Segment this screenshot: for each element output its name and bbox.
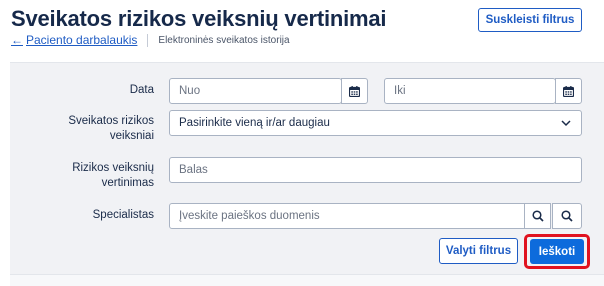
search-icon <box>561 210 573 222</box>
chevron-down-icon <box>561 120 571 127</box>
risk-factors-label-line2: veiksniai <box>109 130 154 142</box>
specialist-search-button[interactable] <box>524 203 551 229</box>
calendar-icon <box>349 85 360 97</box>
date-from-calendar-button[interactable] <box>341 78 368 104</box>
risk-score-label-line2: vertinimas <box>101 177 154 189</box>
risk-factors-label-line1: Sveikatos rizikos <box>68 115 154 127</box>
risk-score-label: Rizikos veiksnių vertinimas <box>40 161 154 191</box>
collapse-filters-button[interactable]: Suskleisti filtrus <box>478 8 582 32</box>
breadcrumb-divider <box>147 33 149 47</box>
breadcrumb-subtitle: Elektroninės sveikatos istorija <box>158 34 290 46</box>
arrow-left-icon: ← <box>11 33 23 47</box>
specialist-label: Specialistas <box>92 209 154 221</box>
date-label: Data <box>129 84 154 96</box>
date-from-input[interactable]: Nuo <box>169 78 342 104</box>
back-link-label: Paciento darbalaukis <box>26 33 138 47</box>
specialist-input[interactable]: Įveskite paieškos duomenis <box>169 203 525 229</box>
results-area <box>10 274 604 286</box>
risk-score-input[interactable]: Balas <box>169 157 582 183</box>
search-icon <box>531 210 544 222</box>
risk-factors-label: Sveikatos rizikos veiksniai <box>40 114 154 144</box>
risk-score-label-line1: Rizikos veiksnių <box>72 162 154 174</box>
search-button[interactable]: Ieškoti <box>530 239 584 264</box>
breadcrumb: ← Paciento darbalaukis Elektroninės svei… <box>11 33 290 47</box>
reset-filters-button[interactable]: Valyti filtrus <box>439 238 518 264</box>
back-link[interactable]: ← Paciento darbalaukis <box>11 33 137 47</box>
calendar-icon <box>563 85 574 97</box>
date-to-input[interactable]: Iki <box>384 78 556 104</box>
risk-factors-select[interactable]: Pasirinkite vieną ir/ar daugiau <box>169 110 582 136</box>
date-to-calendar-button[interactable] <box>555 78 582 104</box>
risk-factors-select-value: Pasirinkite vieną ir/ar daugiau <box>179 117 330 129</box>
page-title: Sveikatos rizikos veiksnių vertinimai <box>11 6 387 31</box>
specialist-advanced-search-button[interactable] <box>552 203 582 229</box>
